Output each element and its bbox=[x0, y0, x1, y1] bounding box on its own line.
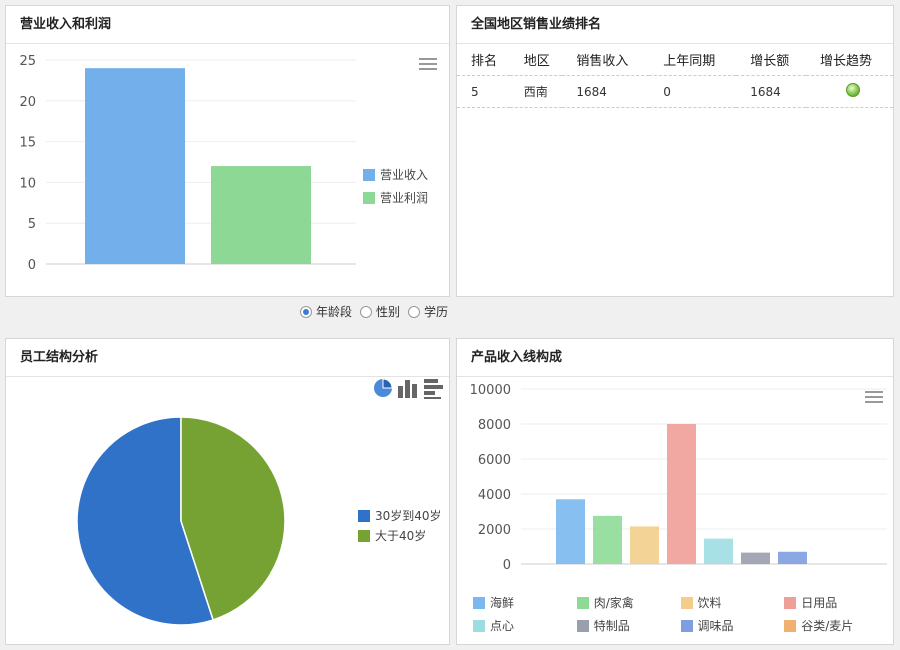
ranking-panel: 全国地区销售业绩排名 排名 地区 销售收入 上年同期 增长额 增长趋势 5 西南 1684 0 1… bbox=[456, 5, 894, 297]
legend-swatch bbox=[473, 596, 485, 609]
y-tick-label: 8000 bbox=[478, 418, 511, 433]
legend-label: 肉/家禽 bbox=[593, 596, 634, 610]
panel-title: 员工结构分析 bbox=[6, 339, 449, 377]
revenue-legend: 营业收入 营业利润 bbox=[363, 166, 428, 212]
radio-circle[interactable] bbox=[360, 305, 373, 318]
legend-item[interactable]: 肉/家禽 bbox=[576, 594, 681, 611]
legend-item[interactable]: 调味品 bbox=[680, 617, 785, 634]
legend-label: 营业利润 bbox=[380, 191, 429, 205]
legend-label: 调味品 bbox=[697, 619, 734, 633]
legend-label: 日用品 bbox=[801, 596, 838, 610]
table-cell: 0 bbox=[649, 75, 737, 108]
legend-swatch bbox=[363, 168, 375, 181]
staff-panel: 员工结构分析 30岁到40岁 大于40岁 bbox=[5, 338, 450, 645]
legend-swatch bbox=[784, 596, 797, 609]
bar[interactable] bbox=[85, 68, 185, 264]
product-legend: 海鲜 肉/家禽 饮料 日用品点心 特制品 调味品 谷类/麦片 bbox=[473, 594, 888, 634]
legend-swatch bbox=[358, 529, 370, 542]
radio-circle[interactable] bbox=[300, 305, 312, 318]
filter-radio-option[interactable]: 年龄段 bbox=[300, 303, 352, 320]
product-panel: 产品收入线构成 0 2000 4000 6000 8000 10000 海鲜 肉/家禽 饮料 日… bbox=[456, 338, 894, 645]
bar[interactable] bbox=[630, 526, 659, 564]
staff-pie-chart bbox=[76, 416, 286, 626]
radio-circle[interactable] bbox=[408, 305, 421, 318]
table-row[interactable]: 5 西南 1684 0 1684 bbox=[457, 75, 893, 108]
legend-label: 营业收入 bbox=[380, 168, 429, 182]
y-tick-label: 5 bbox=[28, 217, 36, 232]
table-cell: 1684 bbox=[736, 75, 807, 108]
legend-swatch bbox=[784, 619, 797, 632]
column-header[interactable]: 地区 bbox=[509, 44, 563, 76]
y-tick-label: 4000 bbox=[478, 488, 511, 503]
bar[interactable] bbox=[778, 551, 807, 564]
y-tick-label: 6000 bbox=[478, 453, 511, 468]
trend-cell bbox=[806, 75, 893, 108]
legend-swatch bbox=[680, 619, 693, 632]
panel-title: 产品收入线构成 bbox=[457, 339, 893, 377]
bar[interactable] bbox=[211, 166, 311, 264]
legend-label: 海鲜 bbox=[490, 596, 515, 610]
legend-swatch bbox=[363, 191, 375, 204]
legend-label: 谷类/麦片 bbox=[801, 619, 854, 633]
bar[interactable] bbox=[704, 538, 733, 564]
y-tick-label: 10 bbox=[19, 176, 36, 191]
ranking-table: 排名 地区 销售收入 上年同期 增长额 增长趋势 5 西南 1684 0 1684 bbox=[457, 44, 893, 108]
y-tick-label: 0 bbox=[28, 258, 36, 273]
y-tick-label: 25 bbox=[19, 54, 36, 69]
legend-item[interactable]: 特制品 bbox=[576, 617, 681, 634]
legend-swatch bbox=[680, 596, 693, 609]
panel-title: 营业收入和利润 bbox=[6, 6, 449, 44]
y-tick-label: 15 bbox=[19, 136, 36, 151]
legend-item[interactable]: 营业收入 bbox=[363, 166, 428, 183]
legend-item[interactable]: 30岁到40岁 bbox=[358, 507, 442, 524]
y-tick-label: 20 bbox=[19, 95, 36, 110]
radio-label: 性别 bbox=[376, 305, 401, 319]
bar[interactable] bbox=[593, 515, 622, 564]
table-cell: 1684 bbox=[562, 75, 650, 108]
revenue-panel: 营业收入和利润 0 5 10 15 20 25 营业收入营业利润 bbox=[5, 5, 450, 297]
legend-item[interactable]: 海鲜 bbox=[473, 594, 577, 611]
product-bar-chart: 0 2000 4000 6000 8000 10000 bbox=[470, 383, 887, 573]
legend-swatch bbox=[358, 509, 370, 522]
legend-swatch bbox=[576, 619, 589, 632]
legend-item[interactable]: 日用品 bbox=[784, 594, 888, 611]
legend-item[interactable]: 大于40岁 bbox=[358, 527, 442, 544]
column-header[interactable]: 排名 bbox=[457, 44, 510, 76]
legend-label: 点心 bbox=[490, 619, 515, 633]
legend-label: 大于40岁 bbox=[375, 529, 427, 543]
staff-filter-radio-group: 年龄段 性别 学历 bbox=[300, 303, 456, 320]
table-cell: 西南 bbox=[509, 75, 563, 108]
radio-label: 学历 bbox=[424, 305, 449, 319]
y-tick-label: 10000 bbox=[470, 383, 511, 398]
legend-item[interactable]: 点心 bbox=[473, 617, 577, 634]
bar-chart-type-icon[interactable] bbox=[398, 380, 417, 398]
pie-chart-type-icon[interactable] bbox=[374, 378, 393, 397]
y-tick-label: 0 bbox=[503, 558, 511, 573]
legend-swatch bbox=[576, 596, 589, 609]
radio-label: 年龄段 bbox=[316, 305, 353, 319]
bar[interactable] bbox=[556, 499, 585, 564]
legend-label: 饮料 bbox=[697, 596, 722, 610]
legend-item[interactable]: 谷类/麦片 bbox=[784, 617, 888, 634]
column-header[interactable]: 增长趋势 bbox=[806, 44, 893, 76]
panel-title: 全国地区销售业绩排名 bbox=[457, 6, 893, 44]
legend-label: 特制品 bbox=[593, 619, 630, 633]
legend-swatch bbox=[473, 619, 485, 632]
chart-type-switcher bbox=[374, 378, 443, 399]
filter-radio-option[interactable]: 学历 bbox=[408, 303, 448, 320]
trend-up-icon bbox=[846, 83, 861, 97]
bar[interactable] bbox=[667, 424, 696, 564]
table-cell: 5 bbox=[457, 75, 510, 108]
legend-item[interactable]: 饮料 bbox=[680, 594, 785, 611]
column-header[interactable]: 增长额 bbox=[736, 44, 807, 76]
legend-item[interactable]: 营业利润 bbox=[363, 189, 428, 206]
bar[interactable] bbox=[741, 552, 770, 564]
y-tick-label: 2000 bbox=[478, 523, 511, 538]
filter-radio-option[interactable]: 性别 bbox=[360, 303, 400, 320]
column-header[interactable]: 销售收入 bbox=[562, 44, 650, 76]
horizontal-bar-chart-type-icon[interactable] bbox=[424, 379, 443, 399]
staff-legend: 30岁到40岁 大于40岁 bbox=[358, 507, 442, 547]
column-header[interactable]: 上年同期 bbox=[649, 44, 737, 76]
legend-label: 30岁到40岁 bbox=[375, 509, 442, 523]
